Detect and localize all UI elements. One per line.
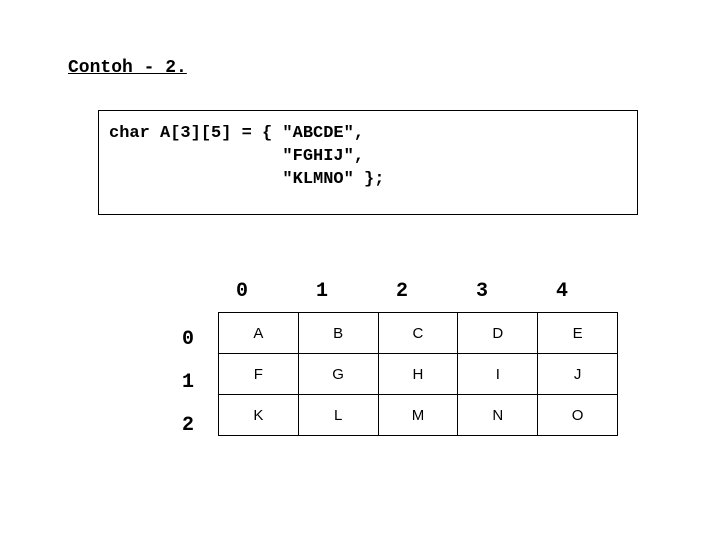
row-headers: 0 1 2 [182,318,194,447]
cell: O [538,395,618,436]
row-header: 1 [182,361,194,404]
cell: L [298,395,378,436]
col-header: 4 [538,280,618,308]
column-headers: 0 1 2 3 4 [218,280,618,308]
cell: J [538,354,618,395]
col-header: 0 [218,280,298,308]
cell: M [378,395,458,436]
code-block: char A[3][5] = { "ABCDE", "FGHIJ", "KLMN… [98,110,638,215]
cell: B [298,313,378,354]
slide-title: Contoh - 2. [68,58,187,78]
table-row: F G H I J [219,354,618,395]
col-header: 1 [298,280,378,308]
cell: F [219,354,299,395]
col-header: 3 [458,280,538,308]
cell: H [378,354,458,395]
code-line: "FGHIJ", [109,147,364,166]
code-line: "KLMNO" }; [109,170,384,189]
cell: N [458,395,538,436]
cell: C [378,313,458,354]
code-line: char A[3][5] = { "ABCDE", [109,124,364,143]
slide: Contoh - 2. char A[3][5] = { "ABCDE", "F… [0,0,720,540]
array-grid: A B C D E F G H I J K L M N O [218,312,618,436]
table-row: K L M N O [219,395,618,436]
cell: I [458,354,538,395]
row-header: 0 [182,318,194,361]
array-diagram: 0 1 2 3 4 0 1 2 A B C D E F G H I J [168,280,608,436]
cell: G [298,354,378,395]
table-row: A B C D E [219,313,618,354]
cell: A [219,313,299,354]
row-header: 2 [182,404,194,447]
cell: E [538,313,618,354]
cell: K [219,395,299,436]
col-header: 2 [378,280,458,308]
cell: D [458,313,538,354]
